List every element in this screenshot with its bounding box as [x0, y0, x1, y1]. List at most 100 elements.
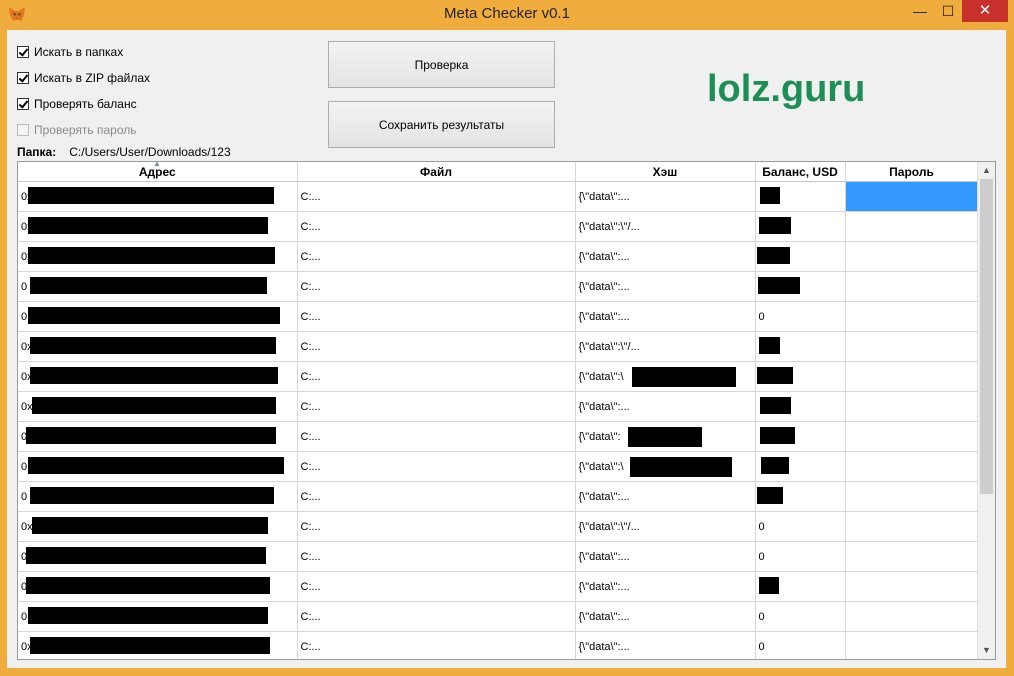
- cell-hash[interactable]: {\"data\":\"/...: [575, 211, 756, 242]
- table-row[interactable]: 0x C:... {\"data\":\"/... 0: [18, 511, 979, 542]
- cell-balance[interactable]: [755, 451, 846, 482]
- cell-password[interactable]: [845, 241, 979, 272]
- cell-file[interactable]: C:...: [297, 481, 576, 512]
- cell-balance[interactable]: [755, 211, 846, 242]
- cell-password[interactable]: [845, 361, 979, 392]
- cell-file[interactable]: C:...: [297, 271, 576, 302]
- cell-password[interactable]: [845, 541, 979, 572]
- cell-address[interactable]: 0: [18, 601, 298, 632]
- cell-file[interactable]: C:...: [297, 601, 576, 632]
- cell-file[interactable]: C:...: [297, 421, 576, 452]
- cell-balance[interactable]: [755, 481, 846, 512]
- cell-password-selected[interactable]: [845, 181, 979, 212]
- table-row[interactable]: 0 C:... {\"data\":... 0: [18, 301, 979, 332]
- cell-hash[interactable]: {\"data\":\"/...: [575, 511, 756, 542]
- cell-balance[interactable]: 0: [755, 631, 846, 659]
- column-header-address[interactable]: ▲ Адрес: [18, 162, 298, 182]
- cell-address[interactable]: 0x: [18, 241, 298, 272]
- option-check-balance[interactable]: Проверять баланс: [17, 96, 137, 112]
- cell-password[interactable]: [845, 571, 979, 602]
- cell-hash[interactable]: {\"data\":...: [575, 541, 756, 572]
- cell-balance[interactable]: [755, 361, 846, 392]
- cell-address[interactable]: 0: [18, 481, 298, 512]
- scrollbar-thumb[interactable]: [980, 179, 993, 494]
- cell-password[interactable]: [845, 481, 979, 512]
- cell-hash[interactable]: {\"data\":...: [575, 301, 756, 332]
- cell-password[interactable]: [845, 601, 979, 632]
- cell-address[interactable]: 0: [18, 421, 298, 452]
- cell-balance[interactable]: [755, 241, 846, 272]
- cell-password[interactable]: [845, 451, 979, 482]
- cell-balance[interactable]: 0: [755, 541, 846, 572]
- cell-file[interactable]: C:...: [297, 511, 576, 542]
- cell-file[interactable]: C:...: [297, 541, 576, 572]
- cell-file[interactable]: C:...: [297, 211, 576, 242]
- cell-file[interactable]: C:...: [297, 571, 576, 602]
- cell-hash[interactable]: {\"data\":...: [575, 601, 756, 632]
- cell-address[interactable]: 0: [18, 451, 298, 482]
- cell-file[interactable]: C:...: [297, 241, 576, 272]
- cell-hash[interactable]: {\"data\":\: [575, 361, 756, 392]
- cell-password[interactable]: [845, 511, 979, 542]
- cell-balance[interactable]: [755, 421, 846, 452]
- cell-file[interactable]: C:...: [297, 361, 576, 392]
- option-search-folders[interactable]: Искать в папках: [17, 44, 123, 60]
- cell-file[interactable]: C:...: [297, 331, 576, 362]
- column-header-password[interactable]: Пароль: [845, 162, 979, 182]
- cell-hash[interactable]: {\"data\":...: [575, 241, 756, 272]
- column-header-balance[interactable]: Баланс, USD: [755, 162, 846, 182]
- cell-balance[interactable]: 0: [755, 301, 846, 332]
- minimize-button[interactable]: —: [906, 0, 934, 22]
- cell-hash[interactable]: {\"data\":...: [575, 481, 756, 512]
- table-row[interactable]: 0 C:... {\"data\":... 0: [18, 541, 979, 572]
- cell-address[interactable]: 0: [18, 301, 298, 332]
- checkbox-search-folders[interactable]: [17, 46, 29, 58]
- cell-address[interactable]: 0x: [18, 361, 298, 392]
- cell-hash[interactable]: {\"data\":\: [575, 451, 756, 482]
- scroll-down-arrow-icon[interactable]: ▼: [978, 642, 995, 659]
- option-search-zip[interactable]: Искать в ZIP файлах: [17, 70, 150, 86]
- cell-address[interactable]: 0x: [18, 331, 298, 362]
- cell-address[interactable]: 0x: [18, 211, 298, 242]
- cell-password[interactable]: [845, 271, 979, 302]
- cell-hash[interactable]: {\"data\":\"/...: [575, 331, 756, 362]
- check-button[interactable]: Проверка: [328, 41, 555, 88]
- table-row[interactable]: 0x C:... {\"data\":\: [18, 361, 979, 392]
- cell-password[interactable]: [845, 421, 979, 452]
- table-row[interactable]: 0x C:... {\"data\":... 0: [18, 631, 979, 659]
- table-row[interactable]: 0 C:... {\"data\":: [18, 421, 979, 452]
- cell-hash[interactable]: {\"data\":...: [575, 571, 756, 602]
- cell-address[interactable]: 0: [18, 271, 298, 302]
- cell-hash[interactable]: {\"data\":...: [575, 391, 756, 422]
- cell-password[interactable]: [845, 391, 979, 422]
- checkbox-check-balance[interactable]: [17, 98, 29, 110]
- table-row[interactable]: 0 C:... {\"data\":...: [18, 481, 979, 512]
- cell-hash[interactable]: {\"data\":...: [575, 181, 756, 212]
- cell-password[interactable]: [845, 631, 979, 659]
- cell-address[interactable]: 0x: [18, 181, 298, 212]
- cell-address[interactable]: 0x: [18, 391, 298, 422]
- cell-balance[interactable]: [755, 271, 846, 302]
- cell-address[interactable]: 0x: [18, 511, 298, 542]
- cell-file[interactable]: C:...: [297, 301, 576, 332]
- cell-file[interactable]: C:...: [297, 451, 576, 482]
- table-row[interactable]: 0x C:... {\"data\":\"/...: [18, 211, 979, 242]
- save-results-button[interactable]: Сохранить результаты: [328, 101, 555, 148]
- table-row[interactable]: 0 C:... {\"data\":...: [18, 271, 979, 302]
- column-header-file[interactable]: Файл: [297, 162, 576, 182]
- cell-file[interactable]: C:...: [297, 391, 576, 422]
- cell-file[interactable]: C:...: [297, 181, 576, 212]
- cell-address[interactable]: 0: [18, 571, 298, 602]
- cell-balance[interactable]: [755, 181, 846, 212]
- scroll-up-arrow-icon[interactable]: ▲: [978, 162, 995, 179]
- table-row[interactable]: 0 C:... {\"data\":... 0: [18, 601, 979, 632]
- cell-hash[interactable]: {\"data\":...: [575, 271, 756, 302]
- cell-balance[interactable]: [755, 571, 846, 602]
- cell-balance[interactable]: 0: [755, 511, 846, 542]
- table-row[interactable]: 0 C:... {\"data\":\: [18, 451, 979, 482]
- cell-address[interactable]: 0x: [18, 631, 298, 659]
- cell-password[interactable]: [845, 211, 979, 242]
- cell-password[interactable]: [845, 301, 979, 332]
- table-row[interactable]: 0x C:... {\"data\":...: [18, 391, 979, 422]
- cell-balance[interactable]: [755, 391, 846, 422]
